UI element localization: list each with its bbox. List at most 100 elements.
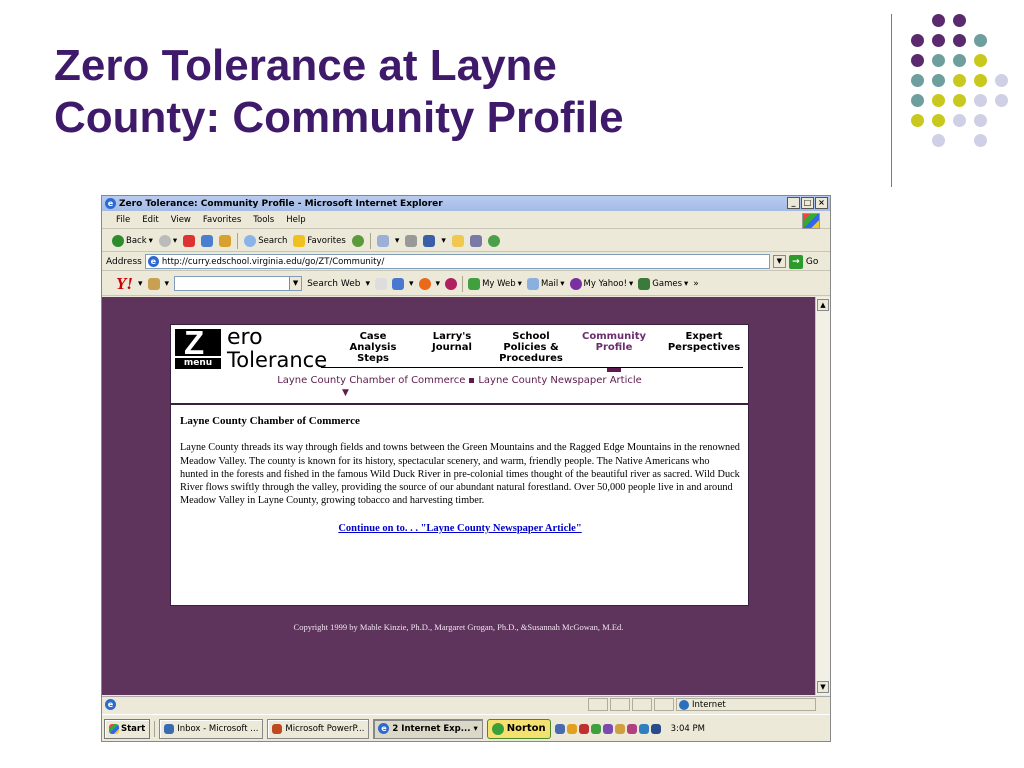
decorative-dot (995, 94, 1008, 107)
subnav-newspaper-article[interactable]: Layne County Newspaper Article (478, 375, 641, 386)
minimize-button[interactable]: _ (787, 197, 800, 209)
history-icon[interactable] (351, 234, 364, 247)
maximize-button[interactable]: □ (801, 197, 814, 209)
task-inbox-label: Inbox - Microsoft ... (177, 723, 259, 734)
menu-help[interactable]: Help (286, 215, 305, 225)
decorative-dot (932, 14, 945, 27)
menu-file[interactable]: File (116, 215, 130, 225)
decorative-dot (953, 14, 966, 27)
vertical-scrollbar[interactable]: ▲ ▼ (815, 297, 830, 695)
mail-icon[interactable] (376, 234, 389, 247)
status-cell (654, 698, 674, 711)
search-web-button[interactable]: Search Web (307, 279, 360, 289)
tray-icon[interactable] (578, 723, 589, 734)
nav-school-policies[interactable]: School Policies & Procedures (496, 331, 566, 364)
my-web-label: My Web (482, 278, 516, 289)
tray-icon[interactable] (626, 723, 637, 734)
page-viewport: Z menu ero Tolerance Case Analysis Steps… (102, 297, 815, 695)
folder-icon[interactable] (451, 234, 464, 247)
more-chevron-icon[interactable]: » (693, 279, 699, 289)
search-button[interactable]: Search (244, 234, 288, 247)
window-title: Zero Tolerance: Community Profile - Micr… (119, 198, 443, 209)
slide-title-line-1: Zero Tolerance at Layne (54, 41, 557, 90)
print-icon[interactable] (405, 234, 418, 247)
decorative-dot (953, 114, 966, 127)
continue-link[interactable]: Continue on to. . . "Layne County Newspa… (180, 522, 740, 535)
decorative-dot (995, 74, 1008, 87)
subnav-chamber-of-commerce[interactable]: Layne County Chamber of Commerce (277, 375, 465, 386)
slide-title: Zero Tolerance at Layne County: Communit… (54, 40, 854, 144)
zero-tolerance-menu-logo[interactable]: Z menu (175, 324, 221, 369)
standard-toolbar: Back ▾ ▾ Search Favorites ▾ ▾ (102, 230, 830, 252)
decorative-dot (974, 114, 987, 127)
tray-icon[interactable] (554, 723, 565, 734)
active-nav-marker (607, 368, 621, 372)
my-web-button[interactable]: My Web ▾ (468, 277, 522, 290)
tray-icon[interactable] (590, 723, 601, 734)
tray-icon[interactable] (566, 723, 577, 734)
yahoo-search-input[interactable]: ▼ (174, 276, 303, 291)
yahoo-logo[interactable]: Y! (116, 274, 133, 294)
down-triangle-icon: ▼ (342, 388, 349, 398)
decorative-dot (974, 94, 987, 107)
task-internet-explorer[interactable]: e 2 Internet Exp... ▾ (373, 718, 483, 739)
nav-community-profile[interactable]: Community Profile (574, 331, 654, 353)
copyright-text: Copyright 1999 by Mable Kinzie, Ph.D., M… (293, 622, 624, 632)
scroll-down-icon[interactable]: ▼ (817, 681, 829, 693)
menu-view[interactable]: View (171, 215, 191, 225)
headphones-icon[interactable] (445, 277, 458, 290)
menu-tools[interactable]: Tools (253, 215, 274, 225)
logo-z: Z (184, 324, 205, 361)
favorites-button[interactable]: Favorites (293, 234, 346, 247)
subnav-separator (469, 377, 475, 383)
popup-blocker-icon[interactable] (392, 277, 404, 290)
tray-icon[interactable] (638, 723, 649, 734)
research-icon[interactable] (469, 234, 482, 247)
scroll-up-icon[interactable]: ▲ (817, 299, 829, 311)
messenger-icon[interactable] (487, 234, 500, 247)
start-button[interactable]: Start (104, 718, 151, 739)
decorative-dot (953, 34, 966, 47)
window-titlebar: e Zero Tolerance: Community Profile - Mi… (102, 196, 830, 211)
decorative-dot (953, 94, 966, 107)
word-icon[interactable] (423, 234, 436, 247)
nav-case-analysis-steps[interactable]: Case Analysis Steps (343, 331, 403, 364)
home-icon[interactable] (219, 234, 232, 247)
address-field[interactable]: e http://curry.edschool.virginia.edu/go/… (144, 254, 770, 269)
search-label: Search (258, 235, 288, 246)
status-cell (588, 698, 608, 711)
forward-button[interactable]: ▾ (158, 234, 177, 247)
nav-larrys-journal[interactable]: Larry's Journal (424, 331, 480, 353)
go-label[interactable]: Go (806, 257, 818, 267)
address-label: Address (106, 256, 142, 267)
taskbar-clock: 3:04 PM (670, 723, 705, 734)
games-button[interactable]: Games ▾ (638, 277, 688, 290)
nav-expert-perspectives[interactable]: Expert Perspectives (664, 331, 744, 353)
menu-favorites[interactable]: Favorites (203, 215, 241, 225)
decorative-dot (974, 34, 987, 47)
norton-button[interactable]: Norton (486, 718, 551, 739)
address-dropdown-button[interactable]: ▼ (772, 255, 786, 268)
globe-icon (679, 699, 689, 710)
search-dropdown-icon[interactable]: ▼ (289, 277, 302, 290)
anti-spy-icon[interactable] (418, 277, 431, 290)
close-button[interactable]: × (815, 197, 828, 209)
highlight-icon[interactable] (375, 277, 387, 290)
site-content-panel: Z menu ero Tolerance Case Analysis Steps… (170, 324, 749, 606)
tray-icon[interactable] (602, 723, 613, 734)
stop-icon[interactable] (183, 234, 196, 247)
pencil-icon[interactable] (147, 277, 160, 290)
my-yahoo-button[interactable]: My Yahoo! ▾ (569, 277, 633, 290)
back-button[interactable]: Back ▾ (112, 234, 153, 247)
task-powerpoint[interactable]: Microsoft PowerP... (267, 718, 370, 739)
tray-icon[interactable] (614, 723, 625, 734)
refresh-icon[interactable] (201, 234, 214, 247)
back-arrow-icon (112, 234, 124, 247)
task-inbox[interactable]: Inbox - Microsoft ... (159, 718, 264, 739)
mail-button[interactable]: Mail ▾ (526, 277, 565, 290)
menu-edit[interactable]: Edit (142, 215, 158, 225)
tray-icon[interactable] (650, 723, 661, 734)
logo-wordmark: ero Tolerance (227, 325, 327, 372)
logo-text-ero: ero (227, 325, 263, 350)
go-arrow-icon[interactable]: → (788, 254, 803, 269)
